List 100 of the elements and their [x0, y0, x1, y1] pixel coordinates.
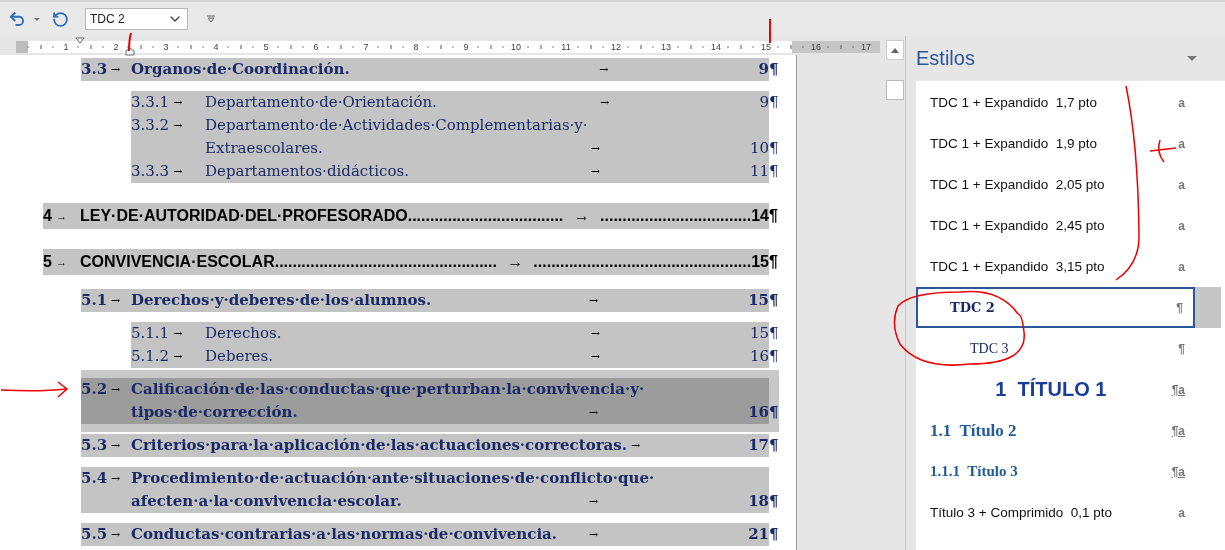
toc-entry-highlight[interactable]: 5.1.2 → Deberes. → 16 — [131, 345, 769, 368]
page-number: 9 — [758, 59, 769, 80]
tab-mark: → — [507, 252, 524, 272]
style-type-mark: a — [1178, 505, 1185, 520]
ruler-number: 8 — [412, 41, 420, 53]
page-number: 9 — [759, 92, 769, 113]
dot-leader: .................................. — [412, 206, 564, 226]
toc-number: 5.1 — [81, 290, 108, 311]
style-name: TDC 1 + Expandido 3,15 pto — [930, 259, 1106, 274]
toc-number: 3.3.1 — [131, 92, 170, 113]
toc-entry-highlight[interactable]: 3.3.3 → Departamentos·didácticos. → 11 — [131, 160, 769, 183]
paragraph-mark: ¶ — [769, 346, 779, 367]
tab-mark: → — [590, 141, 600, 157]
paragraph-mark: ¶ — [769, 161, 779, 182]
style-type-mark: a — [1178, 136, 1185, 151]
page-number: 17 — [748, 435, 769, 456]
toc-title: tipos·de·corrección. — [131, 402, 298, 423]
tab-mark: → — [173, 349, 183, 365]
tab-mark: → — [573, 206, 590, 226]
style-name: 1.1.1 Título 3 — [930, 463, 1019, 480]
toc-title: Criterios·para·la·aplicación·de·las·actuaciones·correctoras. — [131, 435, 627, 456]
style-item[interactable]: TDC 1 + Expandido 2,45 pto a — [916, 205, 1225, 246]
style-type-mark: ¶ — [1176, 300, 1183, 315]
tab-mark: → — [630, 438, 641, 454]
ruler-number: 15 — [760, 41, 772, 53]
caret-icon[interactable] — [34, 17, 40, 21]
tab-mark: → — [173, 326, 183, 342]
toc-entry-highlight[interactable]: 5.5 → Conductas·contrarias·a·las·normas·de·convivencia. → 21 — [81, 523, 769, 546]
ruler-number: 2 — [112, 41, 120, 53]
toc-title: Departamento·de·Actividades·Complementarias·y· — [205, 115, 588, 136]
style-dropdown[interactable]: TDC 2 — [85, 8, 188, 30]
paragraph-mark: ¶ — [769, 402, 779, 423]
style-item[interactable]: 1 TÍTULO 1 ¶a — [916, 369, 1225, 410]
ruler-number: 16 — [810, 41, 822, 53]
style-item[interactable]: 1.1.1 Título 3 ¶a — [916, 451, 1225, 492]
toc-entry-highlight[interactable]: 5.3 → Criterios·para·la·aplicación·de·las·actuaciones·correctoras. → 17 — [81, 434, 769, 457]
ruler-number: 14 — [710, 41, 722, 53]
toc-title: Departamento·de·Orientación. — [205, 92, 437, 113]
paragraph-mark: ¶ — [769, 290, 779, 311]
toc-entry-highlight[interactable]: 3.3 → Organos·de·Coordinación. → 9 — [81, 58, 769, 81]
style-item[interactable]: TDC 1 + Expandido 1,9 pto a — [916, 123, 1225, 164]
undo-icon[interactable] — [8, 10, 26, 28]
tab-mark: → — [600, 95, 610, 111]
toc-entry-highlight[interactable]: 5.2 → Calificación·de·las·conductas·que·perturban·la·convivencia·y· tipos·de·corrección. → 16 — [81, 378, 769, 424]
toc-number: 5.5 — [81, 524, 108, 545]
style-item[interactable]: TDC 1 + Expandido 2,05 pto a — [916, 164, 1225, 205]
style-name: TDC 3 — [969, 340, 1010, 357]
ruler-number: 1 — [62, 41, 70, 53]
tab-mark: → — [111, 471, 121, 487]
toc-entry-highlight[interactable]: 5.1.1 → Derechos. → 15 — [131, 322, 769, 345]
scroll-up-button[interactable] — [886, 40, 904, 60]
ruler-number: 9 — [462, 41, 470, 53]
redo-icon[interactable] — [52, 10, 69, 28]
page-number: 18 — [748, 491, 769, 512]
style-type-mark: a — [1178, 95, 1185, 110]
ruler-number: 6 — [312, 41, 320, 53]
toc-entry-highlight[interactable]: 5.4 → Procedimiento·de·actuación·ante·situaciones·de·conflicto·que· afecten·a·la·convivencia·escolar. → 18 — [81, 467, 769, 513]
page-number: 21 — [748, 524, 769, 545]
page-number: 10 — [749, 138, 769, 159]
paragraph-mark: ¶ — [769, 206, 779, 226]
tab-mark: → — [173, 118, 183, 134]
style-item[interactable]: Título 3 + Comprimido 0,1 pto a — [916, 492, 1225, 533]
tab-mark: → — [588, 293, 599, 309]
style-name: TDC 1 + Expandido 2,05 pto — [930, 177, 1106, 192]
paragraph-mark: ¶ — [769, 491, 779, 512]
toc-title: Conductas·contrarias·a·las·normas·de·convivencia. — [131, 524, 558, 545]
toc-number: 3.3 — [81, 59, 108, 80]
ruler-number: 5 — [262, 41, 270, 53]
tab-mark: → — [588, 405, 599, 421]
style-type-mark: ¶a — [1171, 464, 1185, 479]
page-number: 15 — [748, 290, 769, 311]
pane-options-icon[interactable] — [1187, 56, 1197, 61]
toc-entry-highlight[interactable]: 5.1 → Derechos·y·deberes·de·los·alumnos. → 15 — [81, 289, 769, 312]
toc-number: 5.3 — [81, 435, 108, 456]
style-item[interactable]: 1.1 Título 2 ¶a — [916, 410, 1225, 451]
toc-entry-highlight[interactable]: 5 → CONVIVENCIA·ESCOLAR.................................................. → .................................................15 — [43, 249, 769, 275]
style-item[interactable]: TDC 3 ¶ — [916, 328, 1225, 369]
toc-number: 5.4 — [81, 468, 108, 489]
style-item[interactable]: TDC 1 + Expandido 1,7 pto a — [916, 82, 1225, 123]
paragraph-mark: ¶ — [769, 435, 779, 456]
scroll-thumb[interactable] — [886, 80, 904, 100]
style-type-mark: a — [1178, 259, 1185, 274]
toc-entry-highlight[interactable]: 3.3.1 → Departamento·de·Orientación. → 9 — [131, 91, 769, 114]
dot-leader: ................................................. — [533, 252, 752, 272]
page-number: 11 — [749, 161, 769, 182]
dot-leader: .................................. — [600, 206, 752, 226]
page-number: 16 — [748, 402, 769, 423]
tab-mark: → — [111, 438, 121, 454]
toc-title: Derechos. — [205, 323, 282, 344]
toc-entry-highlight[interactable]: 4 → LEY·DE·AUTORIDAD·DEL·PROFESORADO................................... → ..................................14 — [43, 203, 769, 229]
toc-title: Deberes. — [205, 346, 273, 367]
style-item[interactable]: TDC 1 + Expandido 3,15 pto a — [916, 246, 1225, 287]
toc-number: 5.2 — [81, 379, 108, 400]
ruler-number: 7 — [362, 41, 370, 53]
toc-entry-highlight[interactable]: 3.3.2 → Departamento·de·Actividades·Complementarias·y· Extraescolares. → 10 — [131, 114, 769, 160]
toc-title: LEY·DE·AUTORIDAD·DEL·PROFESORADO. — [80, 206, 413, 226]
tab-mark: → — [590, 164, 600, 180]
style-type-mark: ¶a — [1171, 382, 1185, 397]
toc-title: Organos·de·Coordinación. — [131, 59, 350, 80]
customize-toolbar-icon[interactable] — [206, 15, 216, 23]
